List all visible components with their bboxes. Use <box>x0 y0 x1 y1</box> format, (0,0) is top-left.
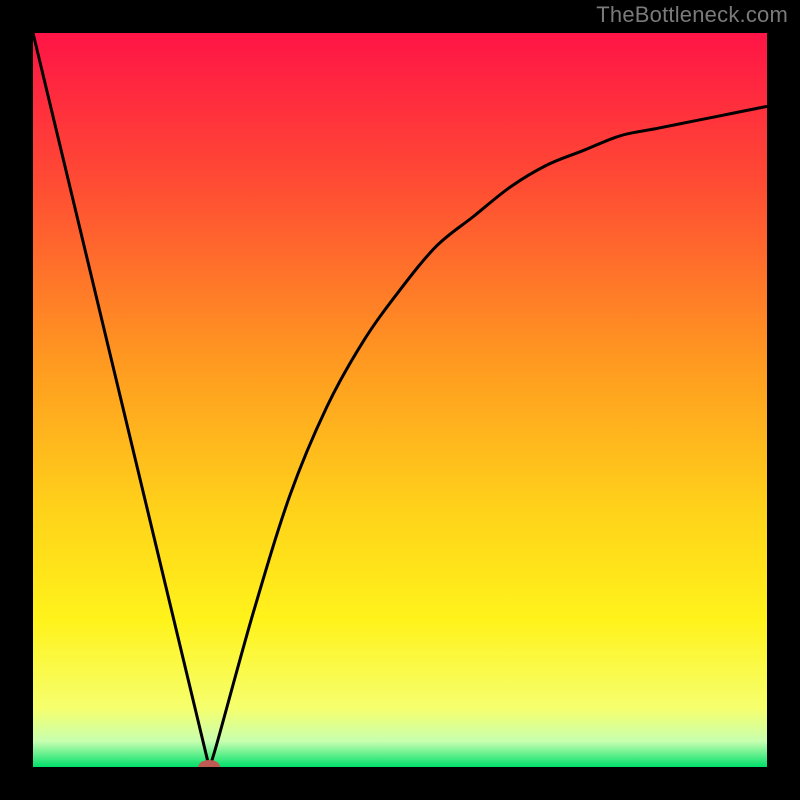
chart-svg <box>33 33 767 767</box>
chart-frame: TheBottleneck.com <box>0 0 800 800</box>
gradient-background <box>33 33 767 767</box>
chart-plot-area <box>33 33 767 767</box>
watermark-text: TheBottleneck.com <box>596 2 788 28</box>
